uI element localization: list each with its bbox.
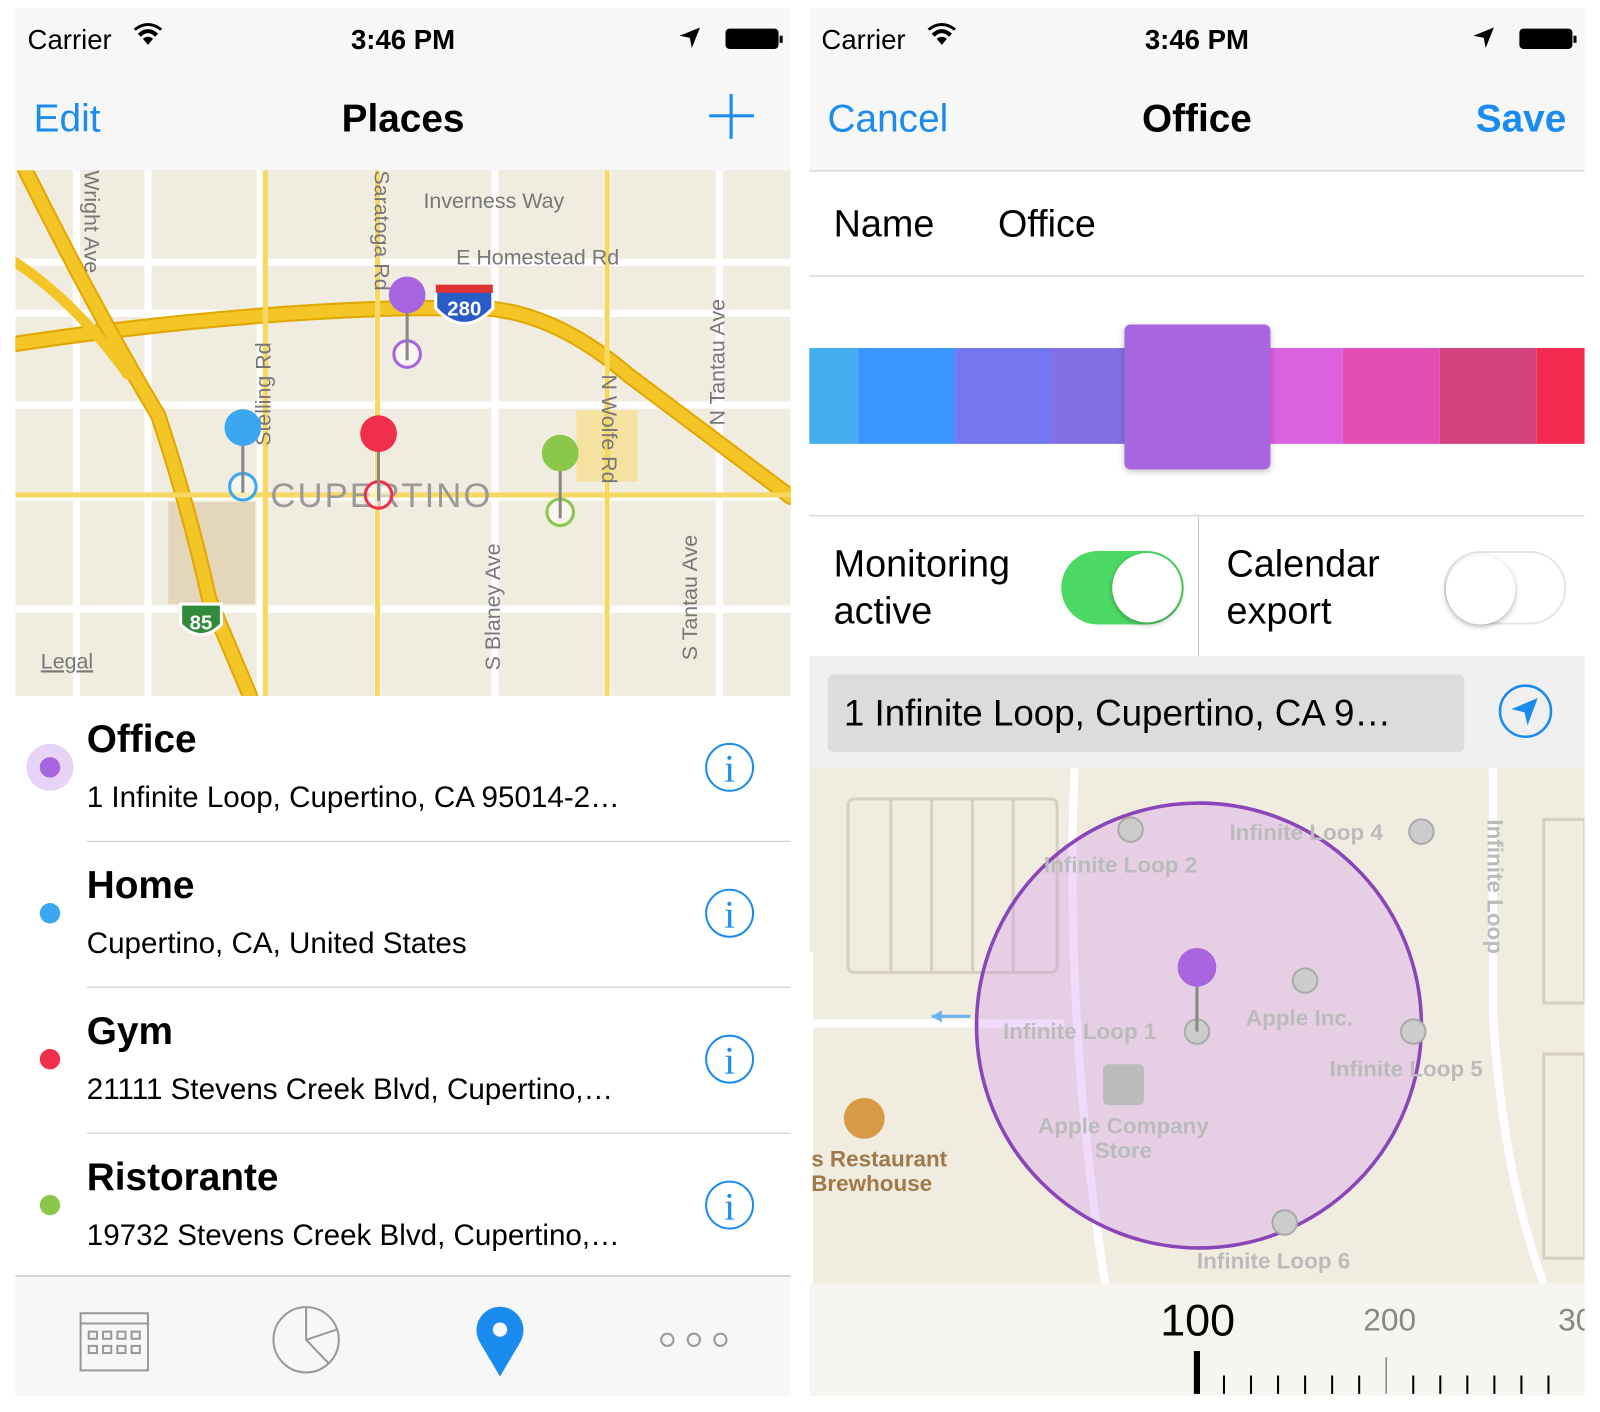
map-label: Infinite Loop 5 — [1330, 1057, 1483, 1082]
color-dot — [39, 1194, 61, 1216]
list-item[interactable]: Office 1 Infinite Loop, Cupertino, CA 950… — [15, 696, 791, 842]
monitoring-toggle[interactable] — [1061, 551, 1184, 625]
calendar-export-label: Calendar export — [1226, 542, 1380, 632]
ruler-label: 200 — [1363, 1302, 1417, 1338]
selected-color-swatch[interactable] — [1124, 324, 1271, 470]
svg-text:280: 280 — [447, 298, 481, 320]
region-map[interactable]: Infinite Loop 4 Infinite Loop 2 Infinite… — [809, 768, 1585, 1284]
place-name: Gym — [86, 1010, 173, 1054]
ruler-label: 30 — [1558, 1302, 1585, 1338]
map-label: E Homestead Rd — [456, 245, 619, 269]
calendar-icon[interactable] — [74, 1299, 156, 1381]
battery-icon — [1519, 28, 1577, 49]
map-label: Inverness Way — [423, 189, 564, 213]
radius-ruler[interactable]: 100 200 30 — [809, 1283, 1585, 1396]
highway-85-shield: 85 — [179, 602, 223, 637]
place-address: 19732 Stevens Creek Blvd, Cupertino,… — [86, 1219, 620, 1253]
info-icon[interactable]: i — [705, 1180, 755, 1230]
place-address: 21111 Stevens Creek Blvd, Cupertino,… — [86, 1073, 614, 1107]
pie-chart-icon[interactable] — [265, 1299, 347, 1381]
address-row: 1 Infinite Loop, Cupertino, CA 9… — [809, 656, 1585, 769]
svg-text:85: 85 — [190, 613, 213, 635]
map-label: N Wolfe Rd — [597, 374, 621, 483]
calendar-export-toggle[interactable] — [1443, 551, 1567, 625]
current-location-icon[interactable] — [1497, 683, 1554, 740]
location-arrow-icon — [1473, 27, 1494, 48]
map-label: Infinite Loop 4 — [1230, 820, 1384, 845]
name-label: Name — [833, 203, 935, 245]
map-label: Wright Ave — [80, 170, 104, 273]
color-dot — [39, 903, 61, 924]
nav-bar: Cancel Office Save — [809, 71, 1585, 172]
more-icon[interactable] — [653, 1299, 735, 1381]
list-item[interactable]: Ristorante 19732 Stevens Creek Blvd, Cupe… — [15, 1134, 791, 1280]
place-name: Home — [86, 864, 195, 908]
name-row: Name Office — [809, 170, 1585, 277]
color-swatch[interactable] — [809, 347, 859, 444]
map-label: s Restaurant — [811, 1146, 947, 1171]
highway-280-shield: 280 — [434, 284, 495, 325]
map-label: S Blaney Ave — [481, 543, 505, 670]
color-swatch[interactable] — [1342, 347, 1440, 444]
map-label: Infinite Loop 2 — [1044, 852, 1197, 877]
info-icon[interactable]: i — [705, 888, 755, 938]
map-label: Store — [1095, 1138, 1152, 1163]
map-label: Saratoga Rd — [369, 170, 393, 290]
info-icon[interactable]: i — [705, 1034, 755, 1084]
color-dot — [39, 757, 61, 778]
nav-bar: Edit Places — [15, 71, 791, 172]
color-swatch[interactable] — [955, 347, 1053, 444]
map-label: Brewhouse — [811, 1171, 932, 1196]
legal-link[interactable]: Legal — [41, 649, 93, 673]
address-field[interactable]: 1 Infinite Loop, Cupertino, CA 9… — [827, 674, 1465, 753]
map-label: N Tantau Ave — [705, 299, 729, 426]
map-label: Infinite Loop 1 — [1003, 1019, 1156, 1044]
color-swatch[interactable] — [1439, 347, 1537, 444]
location-pin-icon[interactable] — [459, 1299, 541, 1381]
color-swatch[interactable] — [1536, 347, 1585, 444]
info-icon[interactable]: i — [705, 742, 755, 792]
save-button[interactable]: Save — [1476, 98, 1567, 142]
battery-icon — [725, 28, 783, 49]
edit-place-screen: Carrier 3:46 PM Cancel Office Save Name … — [809, 8, 1585, 1396]
place-name: Office — [86, 718, 197, 762]
status-bar: Carrier 3:46 PM — [15, 8, 791, 72]
place-address: Cupertino, CA, United States — [86, 927, 467, 961]
place-name: Ristorante — [86, 1156, 279, 1199]
plus-icon[interactable] — [709, 93, 755, 139]
location-arrow-icon — [679, 27, 700, 48]
page-title: Places — [341, 97, 465, 141]
toggles-row: Monitoring active Calendar export — [809, 515, 1585, 658]
ruler-selected-value: 100 — [1160, 1295, 1236, 1346]
page-title: Office — [1141, 97, 1252, 141]
map-label: Infinite Loop 6 — [1197, 1248, 1350, 1273]
name-input[interactable]: Office — [998, 203, 1096, 246]
monitoring-label: Monitoring active — [833, 542, 1010, 632]
list-item[interactable]: Gym 21111 Stevens Creek Blvd, Cupertino,…… — [15, 988, 791, 1134]
map-label: Apple Inc. — [1246, 1006, 1353, 1031]
color-dot — [39, 1048, 61, 1070]
map-label: Apple Company — [1038, 1114, 1209, 1139]
map-label: S Tantau Ave — [678, 535, 702, 660]
clock: 3:46 PM — [350, 24, 456, 56]
list-item[interactable]: Home Cupertino, CA, United States i — [15, 842, 791, 988]
map-label: Infinite Loop — [1483, 819, 1508, 954]
tab-bar — [15, 1275, 791, 1396]
color-swatch[interactable] — [858, 347, 956, 444]
place-address: 1 Infinite Loop, Cupertino, CA 95014-2… — [86, 781, 620, 815]
places-map[interactable]: Inverness Way E Homestead Rd CUPERTINO N… — [15, 170, 791, 696]
places-screen: Carrier 3:46 PM Edit Places Inverness Wa… — [15, 8, 791, 1396]
status-bar: Carrier 3:46 PM — [809, 8, 1585, 72]
clock: 3:46 PM — [1144, 24, 1249, 56]
